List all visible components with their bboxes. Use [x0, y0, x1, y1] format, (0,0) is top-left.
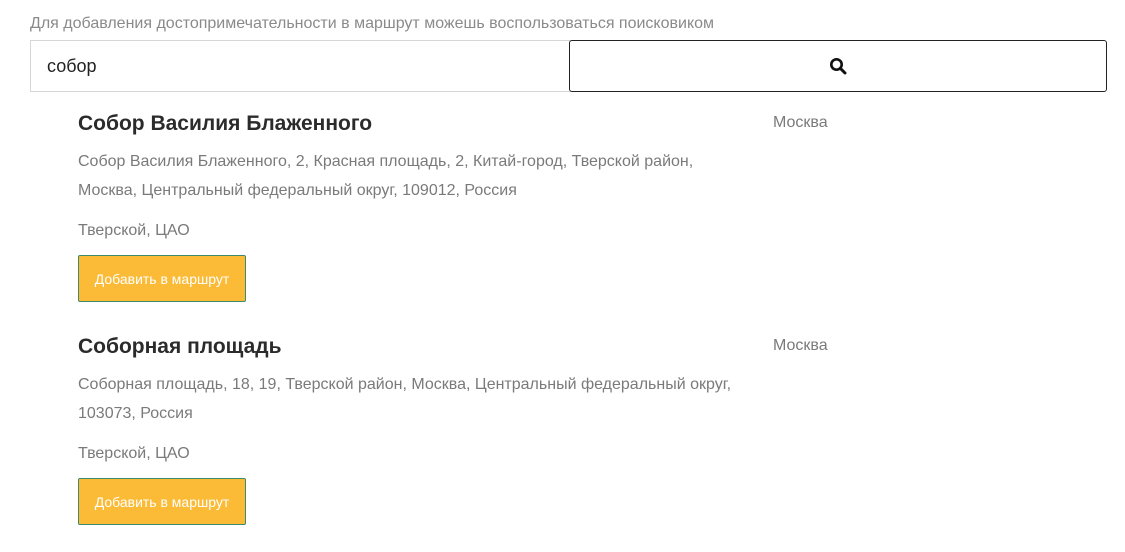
search-bar — [30, 40, 1107, 92]
search-icon — [829, 57, 847, 75]
add-to-route-button[interactable]: Добавить в маршрут — [78, 255, 246, 302]
result-district: Тверской, ЦАО — [78, 445, 190, 462]
result-address: Собор Василия Блаженного, 2, Красная пло… — [78, 153, 694, 199]
result-city: Москва — [773, 337, 828, 354]
search-button[interactable] — [569, 40, 1107, 92]
search-input[interactable] — [30, 40, 571, 92]
result-title: Соборная площадь — [78, 335, 282, 358]
result-district: Тверской, ЦАО — [78, 222, 190, 239]
result-address: Соборная площадь, 18, 19, Тверской район… — [78, 376, 732, 422]
result-title: Собор Василия Блаженного — [78, 112, 373, 135]
search-hint: Для добавления достопримечательности в м… — [30, 15, 715, 32]
add-to-route-button[interactable]: Добавить в маршрут — [78, 478, 246, 525]
result-city: Москва — [773, 114, 828, 131]
